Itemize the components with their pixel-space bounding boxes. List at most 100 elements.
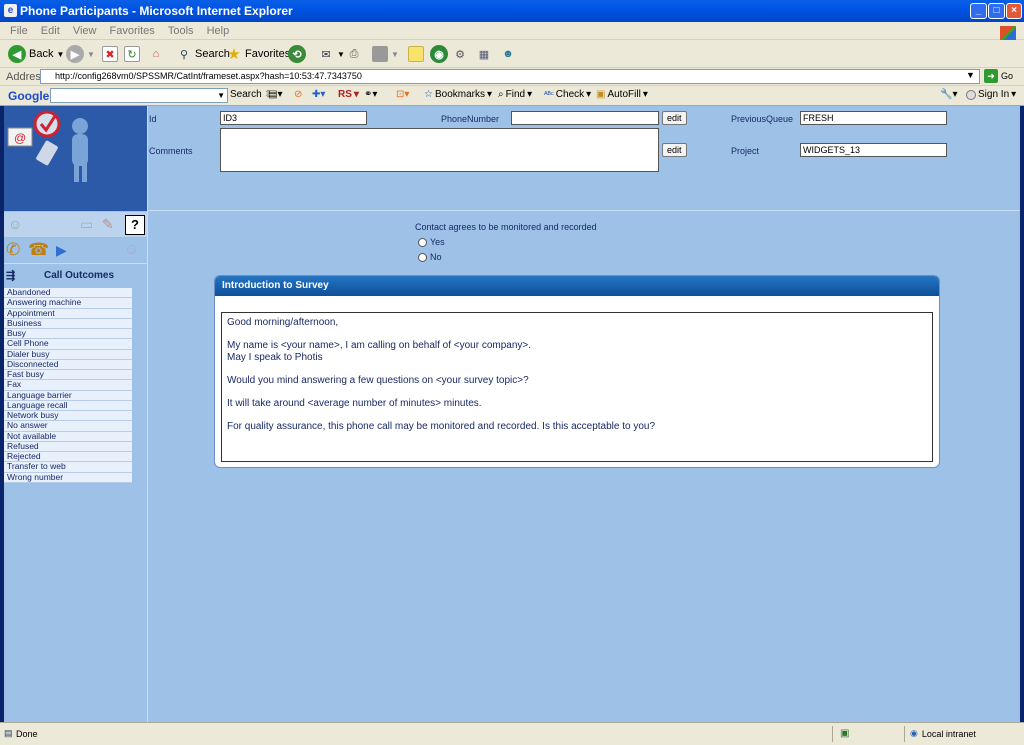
play-next-icon[interactable]: ▶ [56,242,67,259]
survey-intro-text: Good morning/afternoon, My name is <your… [221,312,933,462]
google-search-input[interactable]: ▼ [50,88,228,103]
previous-queue-label: PreviousQueue [731,114,794,124]
outcome-item[interactable]: Answering machine [4,298,132,309]
intranet-icon: ◉ [910,728,918,738]
find-icon: ⌕ [498,89,504,100]
collapse-icon[interactable]: ⇶ [6,269,15,282]
minimize-button[interactable]: _ [970,3,987,19]
contacts-icon[interactable]: ☺ [8,216,22,232]
refresh-button[interactable]: ↻ [124,44,140,64]
sign-in-icon [966,89,976,100]
favorites-button[interactable]: ★ Favorites [226,44,290,64]
left-panel-divider [147,211,148,722]
consent-question: Contact agrees to be monitored and recor… [415,222,597,232]
outcome-item[interactable]: Transfer to web [4,462,132,473]
greeting-text: Good morning/afternoon, [227,317,339,328]
mail-button[interactable]: ✉ ▼ [318,44,345,64]
user-group-icon[interactable]: ☺ [124,241,139,258]
window-title: Phone Participants - Microsoft Internet … [20,4,293,18]
stop-button[interactable]: ✖ [102,44,118,64]
menu-tools[interactable]: Tools [168,25,194,37]
call-outcomes-header: ⇶ Call Outcomes [4,268,147,286]
outcome-item[interactable]: Cell Phone [4,339,132,350]
send-to-icon[interactable]: ⚭▾ [364,89,377,100]
settings-wrench-icon[interactable]: 🔧▾ [940,89,957,100]
call-controls: ✆ ☎ ▶ ☺ [4,238,147,264]
phone-number-label: PhoneNumber [441,114,500,124]
notes-button[interactable] [408,44,424,64]
close-button[interactable]: × [1006,3,1022,19]
call-outcomes-list: Abandoned Answering machine Appointment … [4,287,132,483]
back-button[interactable]: ◀ Back ▼ [8,44,64,64]
edit-page-button[interactable]: ▼ [372,44,399,64]
address-bar: Address http://config268vm0/SPSSMR/CatIn… [0,68,1024,86]
popup-blocker-icon[interactable]: ⊘ [294,89,302,100]
consent-yes-radio[interactable]: Yes [418,237,445,247]
address-input[interactable]: http://config268vm0/SPSSMR/CatInt/frames… [40,69,980,84]
globe-button[interactable]: ◉ [430,44,448,64]
transfer-call-icon[interactable]: ☎ [28,240,49,260]
maximize-button[interactable]: □ [988,3,1005,19]
mail-icon: ✉ [321,48,331,61]
sign-in-button[interactable]: Sign In ▾ [966,89,1016,100]
google-search-button[interactable]: Search ⇕ [230,89,272,100]
menu-view[interactable]: View [73,25,97,37]
address-dropdown-icon[interactable]: ▼ [966,70,975,80]
home-icon: ⌂ [152,48,160,60]
google-logo[interactable]: Google [8,89,49,103]
consent-no-radio[interactable]: No [418,252,442,262]
home-button[interactable]: ⌂ [148,44,164,64]
svg-text:@: @ [14,131,26,145]
find-button[interactable]: ⌕ Find ▾ [498,89,532,100]
outcome-item[interactable]: No answer [4,421,132,432]
history-button[interactable]: ⟲ [288,44,306,64]
outcome-item[interactable]: Fast busy [4,369,132,381]
menu-file[interactable]: File [10,25,28,37]
page-content: @ Id ID3 PhoneNumber edit PreviousQueue … [4,106,1020,722]
intro-line: For quality assurance, this phone call m… [227,421,656,432]
back-arrow-icon: ◀ [8,45,26,63]
outcome-item[interactable]: Wrong number [4,472,132,483]
comments-field[interactable] [220,128,659,172]
star-icon: ★ [227,46,241,63]
history-icon: ⟲ [288,45,306,63]
help-icon[interactable]: ? [125,215,145,235]
pagerank-icon[interactable]: ▤▾ [268,89,282,100]
previous-queue-field[interactable]: FRESH [800,111,947,125]
comments-edit-button[interactable]: edit [662,143,687,157]
highlighter-icon[interactable]: ⊡▾ [396,89,409,100]
menu-favorites[interactable]: Favorites [110,25,155,37]
spell-check-button[interactable]: ᴬᴮᶜ Check ▾ [544,89,591,100]
menu-edit[interactable]: Edit [41,25,60,37]
project-field[interactable]: WIDGETS_13 [800,143,947,157]
bookmarks-button[interactable]: ☆ Bookmarks ▾ [424,89,492,100]
status-divider [832,726,833,742]
notes-icon[interactable]: ▭ [80,216,93,233]
search-button[interactable]: ⚲ Search [176,44,230,64]
plus-icon[interactable]: ✚▾ [312,89,325,100]
intro-line: It will take around <average number of m… [227,398,482,409]
id-field[interactable]: ID3 [220,111,367,125]
phone-number-field[interactable] [511,111,659,125]
menu-help[interactable]: Help [207,25,230,37]
nav-toolbar: ☺ ▭ ✎ ? [4,212,147,238]
spellcheck-icon: ᴬᴮᶜ [544,90,554,99]
search-icon: ⚲ [179,48,189,61]
bookmark-star-icon: ☆ [424,89,433,100]
rs-button[interactable]: RS ▾ [338,89,359,100]
google-toolbar: Google g▾ ▼ Search⇕ ▤▾ ⊘ ✚▾ RS▾ ⚭▾ ⊡▾ ☆B… [0,86,1024,106]
research-button[interactable]: ▦ [476,44,492,64]
project-label: Project [731,146,760,156]
eraser-icon[interactable]: ✎ [102,216,114,233]
forward-button[interactable]: ▶ ▼ [66,44,95,64]
edit-page-icon [372,46,388,62]
phone-edit-button[interactable]: edit [662,111,687,125]
print-button[interactable]: ⎙ [346,44,362,64]
phone-dial-icon[interactable]: ✆ [6,240,20,260]
media-button[interactable]: ⚙ [452,44,468,64]
go-button[interactable]: ➜ Go [984,69,1013,83]
messenger-button[interactable]: ☻ [500,44,516,64]
outcome-item[interactable]: Fax [4,380,132,391]
radio-circle-icon [418,237,427,247]
autofill-button[interactable]: ▣ AutoFill ▾ [596,89,648,100]
